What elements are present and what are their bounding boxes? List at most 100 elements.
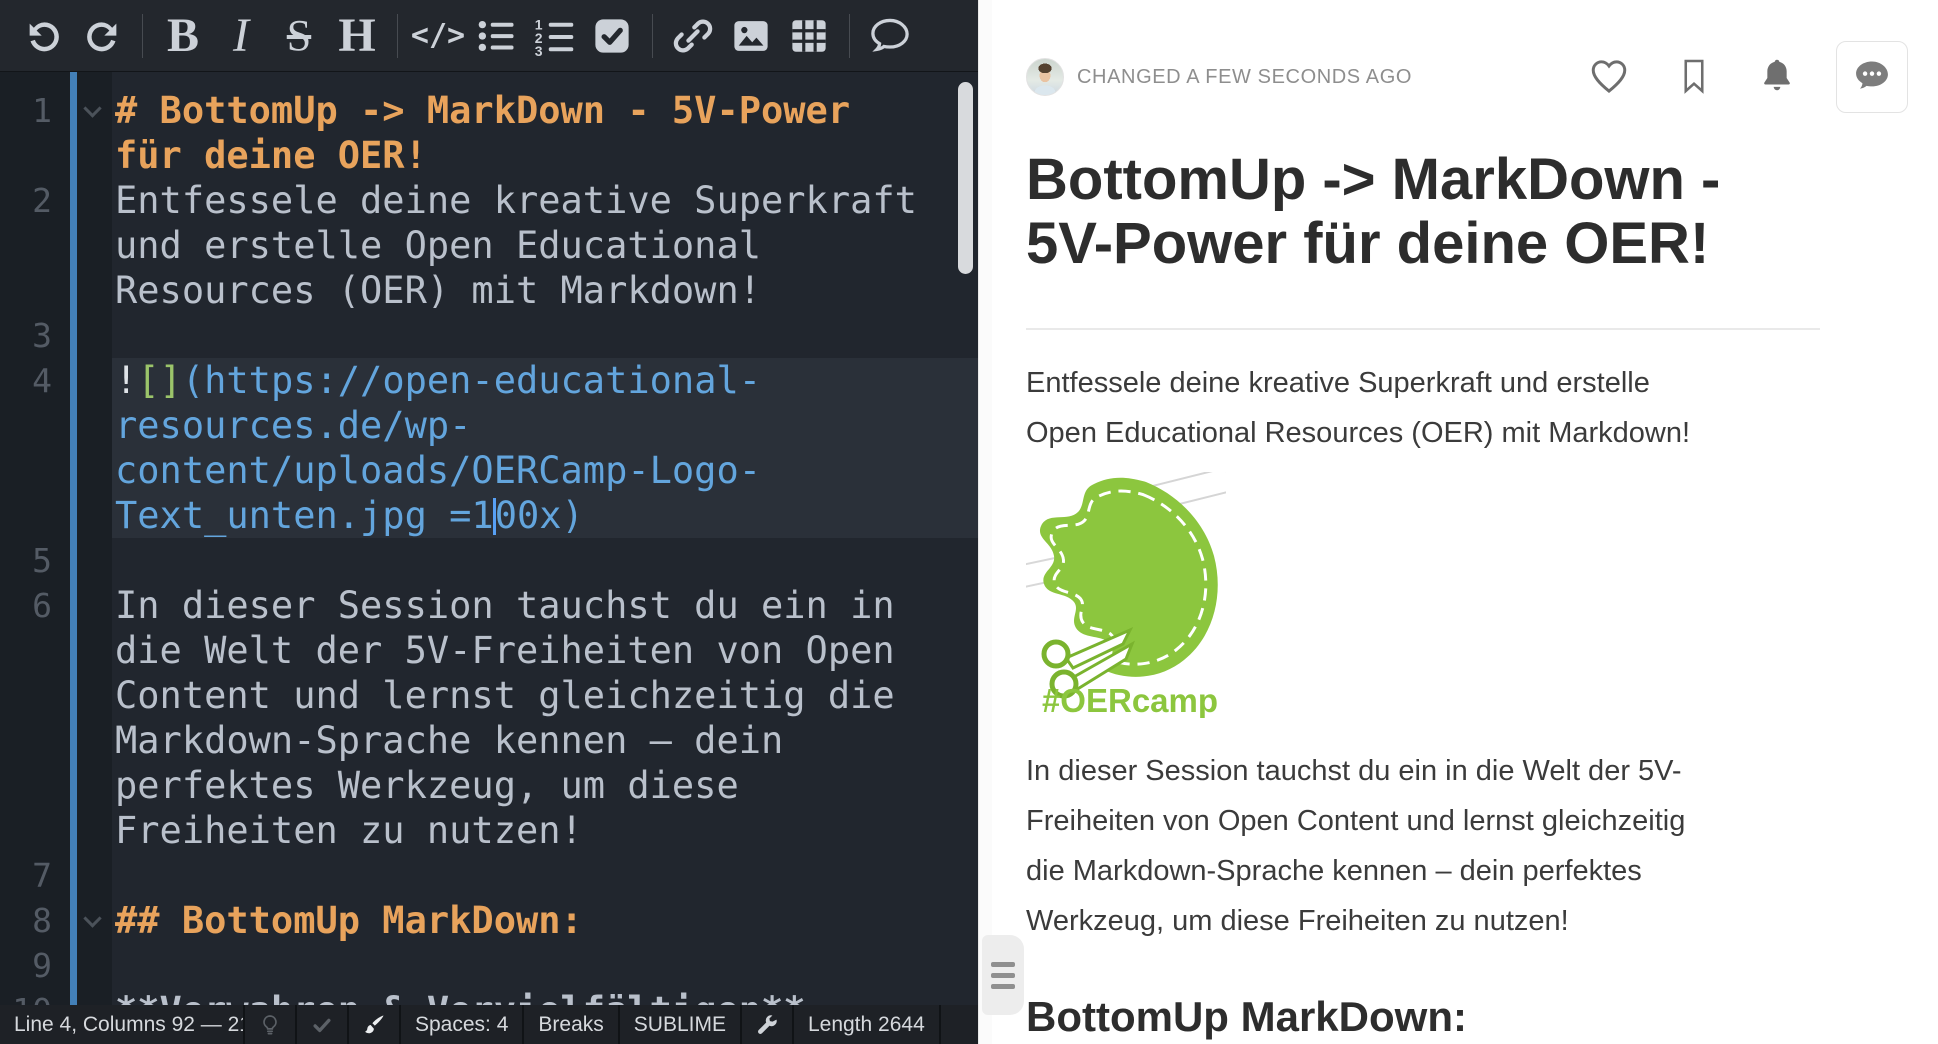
table-button[interactable] [783, 8, 835, 64]
code-line[interactable]: und erstelle Open Educational [112, 223, 978, 268]
italic-button[interactable]: I [215, 8, 267, 64]
code-line[interactable]: ## BottomUp MarkDown: [112, 898, 978, 943]
link-button[interactable] [667, 8, 719, 64]
comment-button[interactable] [864, 8, 916, 64]
code-line[interactable]: content/uploads/OERCamp-Logo- [112, 448, 978, 493]
code-line[interactable]: Text_unten.jpg =100x) [112, 493, 978, 538]
keymap-setting[interactable]: SUBLIME [620, 1005, 742, 1044]
comments-button[interactable] [1836, 41, 1908, 113]
editor-line: Content und lernst gleichzeitig die [0, 673, 978, 718]
code-line[interactable] [112, 943, 978, 988]
code-button[interactable]: </> [412, 8, 464, 64]
code-segment: # BottomUp -> MarkDown - 5V-Power [115, 89, 850, 132]
editor-line: Text_unten.jpg =100x) [0, 493, 978, 538]
paragraph-line: Werkzeug, um diese Freiheiten zu nutzen! [1026, 896, 1820, 946]
like-button[interactable] [1588, 55, 1630, 100]
editor-gutter: 7 [0, 853, 112, 898]
code-segment: Text_unten.jpg =1 [115, 494, 494, 537]
check-icon[interactable] [297, 1005, 349, 1044]
checklist-button[interactable] [586, 8, 638, 64]
paragraph-line: Entfessele deine kreative Superkraft und… [1026, 358, 1820, 408]
code-line[interactable]: die Welt der 5V-Freiheiten von Open [112, 628, 978, 673]
code-line[interactable]: **Verwahren & Vervielfältigen** [112, 988, 978, 1005]
image-icon [730, 15, 772, 57]
last-changed-label: CHANGED A FEW SECONDS AGO [1077, 66, 1412, 89]
code-segment: [] [137, 359, 182, 402]
avatar[interactable] [1026, 58, 1064, 96]
editor-gutter: 8 [0, 898, 112, 943]
code-line[interactable]: Freiheiten zu nutzen! [112, 808, 978, 853]
code-line[interactable]: Resources (OER) mit Markdown! [112, 268, 978, 313]
line-number: 9 [0, 943, 52, 988]
code-segment: ! [115, 359, 137, 402]
code-line[interactable]: Markdown-Sprache kennen – dein [112, 718, 978, 763]
fold-chevron-icon[interactable] [83, 99, 101, 117]
italic-icon: I [233, 12, 249, 60]
lightbulb-icon[interactable] [245, 1005, 297, 1044]
code-line[interactable]: resources.de/wp- [112, 403, 978, 448]
code-line[interactable]: Entfessele deine kreative Superkraft [112, 178, 978, 223]
editor-line: die Welt der 5V-Freiheiten von Open [0, 628, 978, 673]
logo-caption: #OERcamp [1042, 682, 1218, 718]
strikethrough-button[interactable]: S [273, 8, 325, 64]
split-drag-handle[interactable] [982, 935, 1024, 1015]
editor-line: und erstelle Open Educational [0, 223, 978, 268]
fold-chevron-icon[interactable] [83, 909, 101, 927]
code-line[interactable]: Content und lernst gleichzeitig die [112, 673, 978, 718]
code-line[interactable]: perfektes Werkzeug, um diese [112, 763, 978, 808]
cursor-position-status: Line 4, Columns 92 — 21 [0, 1005, 245, 1044]
editor-line: content/uploads/OERCamp-Logo- [0, 448, 978, 493]
editor-line: 3 [0, 313, 978, 358]
brush-icon[interactable] [349, 1005, 401, 1044]
line-number: 5 [0, 538, 52, 583]
paragraph-line: Open Educational Resources (OER) mit Mar… [1026, 408, 1820, 458]
editor[interactable]: 1# BottomUp -> MarkDown - 5V-Powerfür de… [0, 72, 978, 1005]
bookmark-icon [1676, 56, 1712, 99]
editor-gutter: 3 [0, 313, 112, 358]
image-button[interactable] [725, 8, 777, 64]
title-divider [1026, 328, 1820, 330]
editor-pane: BISH </> 123 1# BottomUp -> MarkDown - 5V-… [0, 0, 978, 1044]
code-line[interactable] [112, 538, 978, 583]
code-line[interactable]: # BottomUp -> MarkDown - 5V-Power [112, 88, 978, 133]
session-paragraph: In dieser Session tauchst du ein in die … [1026, 746, 1820, 946]
checklist-icon [591, 15, 633, 57]
section-heading: BottomUp MarkDown: [1026, 992, 1820, 1042]
strikethrough-icon: S [287, 14, 311, 58]
code-segment: die Welt der 5V-Freiheiten von Open [115, 629, 895, 672]
code-line[interactable] [112, 853, 978, 898]
unordered-list-button[interactable] [470, 8, 522, 64]
editor-scrollbar-thumb[interactable] [958, 82, 973, 274]
editor-gutter [0, 448, 112, 493]
heading-button[interactable]: H [331, 8, 383, 64]
redo-button[interactable] [76, 8, 128, 64]
wrench-icon[interactable] [742, 1005, 794, 1044]
undo-button[interactable] [18, 8, 70, 64]
editor-gutter: 9 [0, 943, 112, 988]
code-line[interactable]: für deine OER! [112, 133, 978, 178]
spaces-setting[interactable]: Spaces: 4 [401, 1005, 524, 1044]
bookmark-button[interactable] [1676, 56, 1712, 99]
split-divider[interactable] [978, 0, 992, 1044]
code-segment: Markdown-Sprache kennen – dein [115, 719, 783, 762]
bold-button[interactable]: B [157, 8, 209, 64]
line-number: 6 [0, 583, 52, 628]
code-line[interactable]: In dieser Session tauchst du ein in [112, 583, 978, 628]
paragraph-line: In dieser Session tauchst du ein in die … [1026, 746, 1820, 796]
handle-grip-line [991, 984, 1015, 989]
editor-line: 5 [0, 538, 978, 583]
preview-content: CHANGED A FEW SECONDS AGO [992, 0, 1938, 1044]
line-number: 4 [0, 358, 52, 403]
status-bar: Line 4, Columns 92 — 21 Spaces: 4 Breaks… [0, 1005, 978, 1044]
code-segment: 00x) [495, 494, 584, 537]
code-line[interactable]: ![](https://open-educational- [112, 358, 978, 403]
code-line[interactable] [112, 313, 978, 358]
editor-gutter [0, 808, 112, 853]
ordered-list-button[interactable]: 123 [528, 8, 580, 64]
editor-gutter [0, 268, 112, 313]
heart-icon [1588, 55, 1630, 100]
breaks-setting[interactable]: Breaks [524, 1005, 619, 1044]
notifications-button[interactable] [1758, 56, 1796, 99]
paragraph-line: Freiheiten von Open Content und lernst g… [1026, 796, 1820, 846]
code-segment: **Verwahren & Vervielfältigen** [115, 989, 806, 1005]
